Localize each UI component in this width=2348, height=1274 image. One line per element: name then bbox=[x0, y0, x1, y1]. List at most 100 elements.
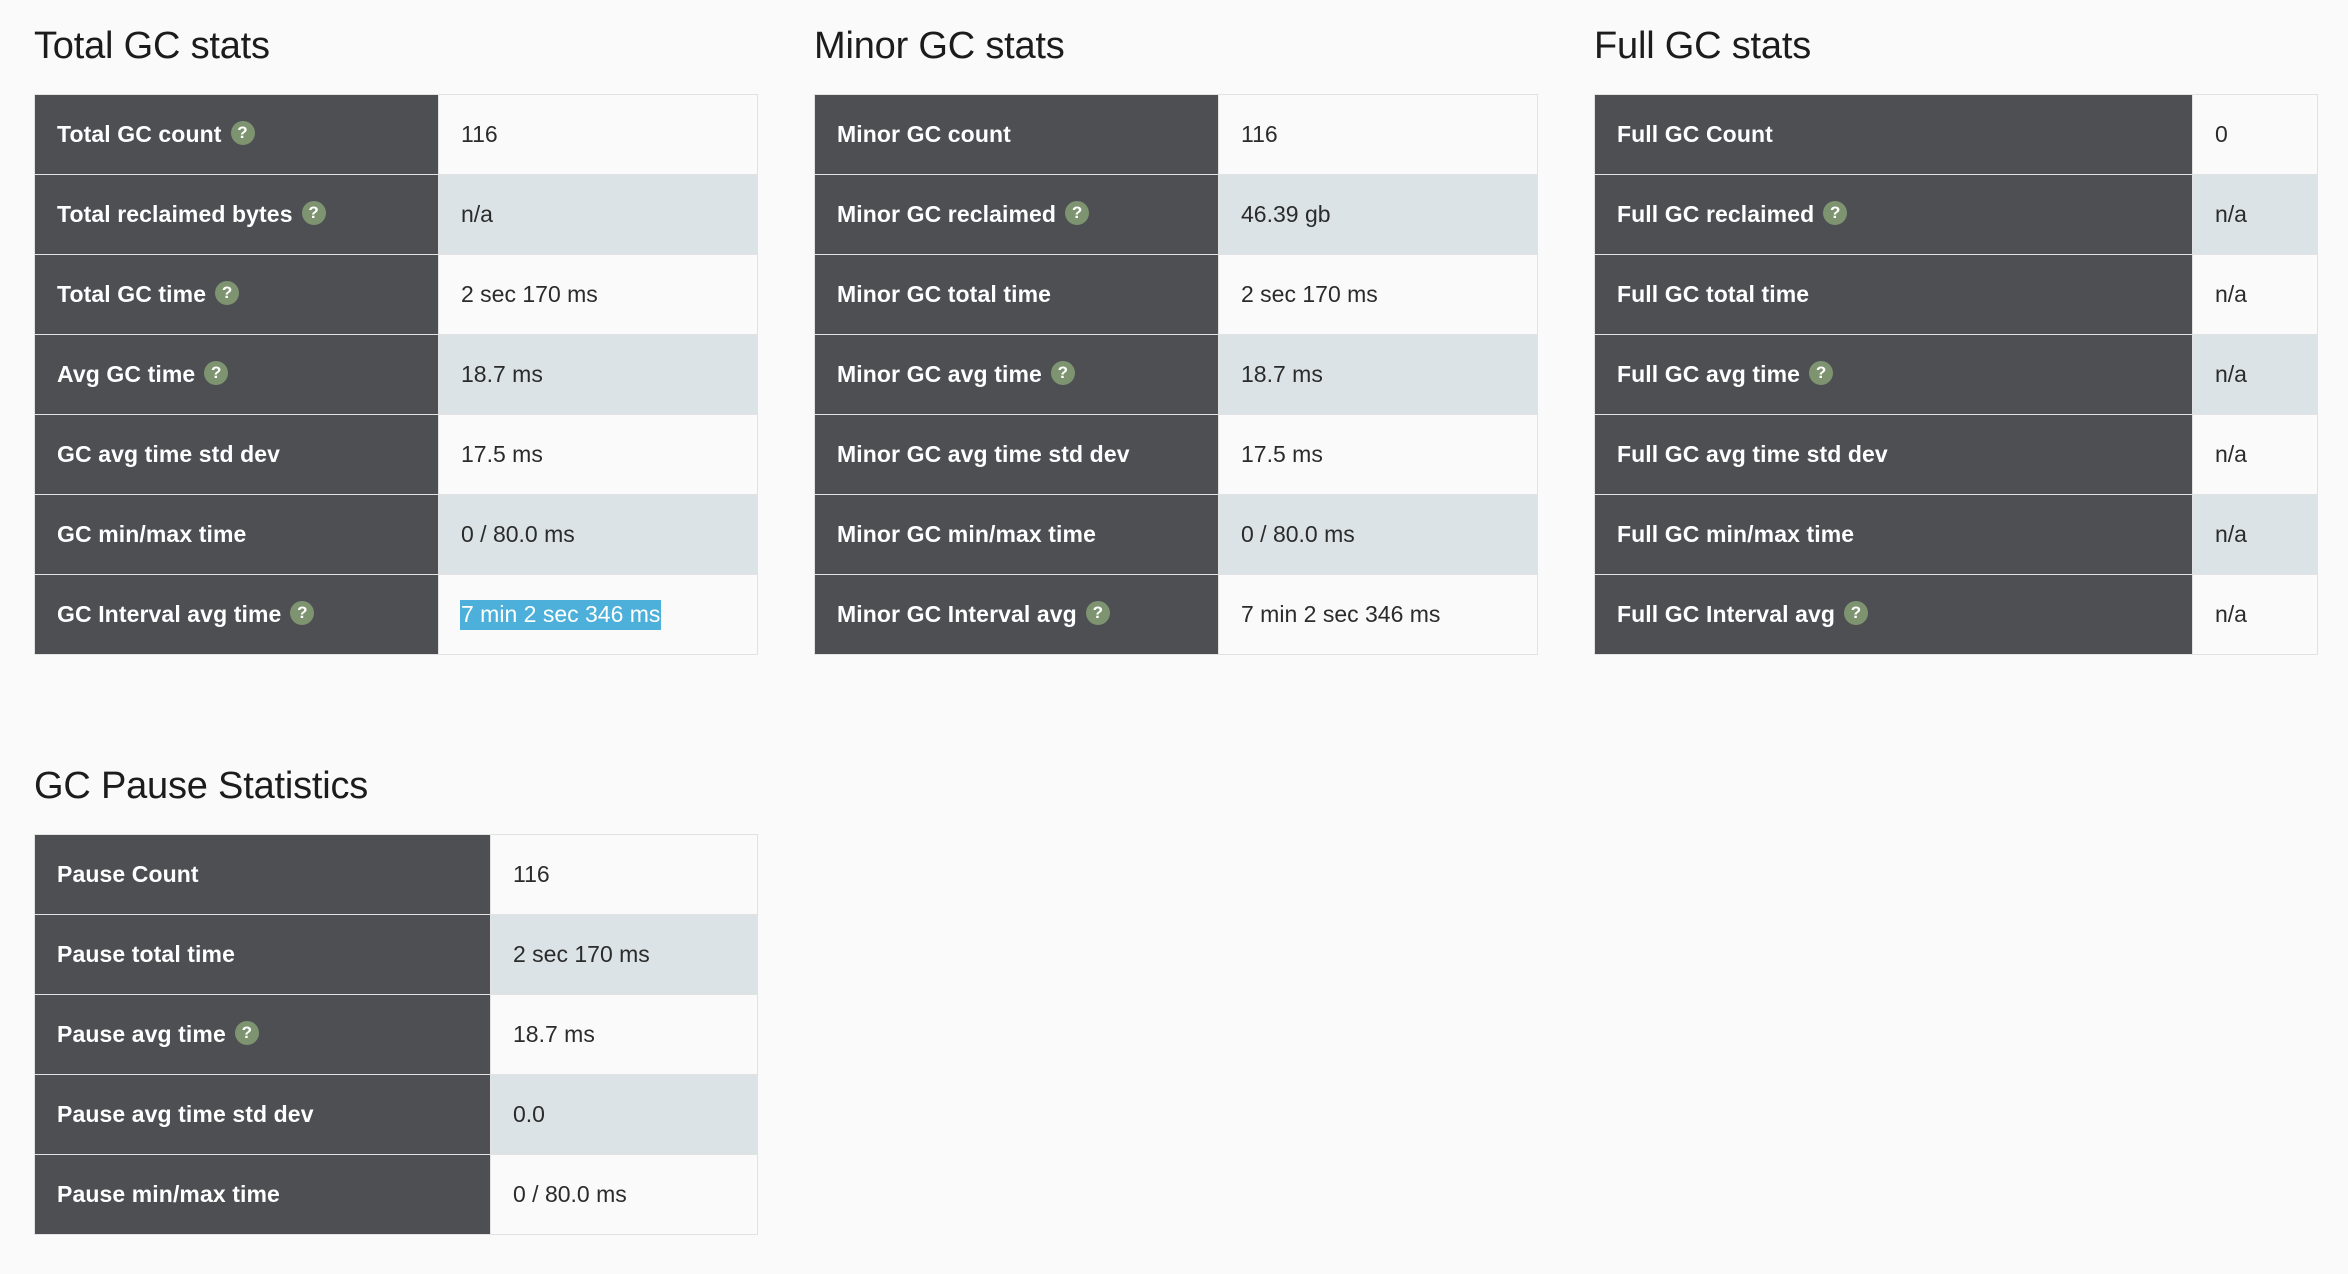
stat-label: Pause avg time bbox=[57, 1020, 226, 1047]
table-row: Full GC reclaimed n/a bbox=[1595, 174, 2317, 255]
page-title-full-gc-stats: Full GC stats bbox=[1594, 25, 1811, 67]
help-icon[interactable] bbox=[215, 280, 240, 305]
stat-label-cell: Minor GC total time bbox=[815, 254, 1219, 335]
stat-value: 17.5 ms bbox=[1241, 440, 1323, 467]
stat-value: 0 / 80.0 ms bbox=[513, 1180, 627, 1207]
table-row: Pause min/max time 0 / 80.0 ms bbox=[35, 1154, 757, 1235]
stat-label-cell: Full GC total time bbox=[1595, 254, 2193, 335]
stat-label: Minor GC reclaimed bbox=[837, 200, 1057, 227]
stat-label: Pause avg time std dev bbox=[57, 1100, 314, 1127]
stat-value: 116 bbox=[461, 120, 498, 147]
stat-value-cell: n/a bbox=[2193, 574, 2317, 655]
stat-value: 0 bbox=[2215, 120, 2228, 147]
table-row: Pause avg time 18.7 ms bbox=[35, 994, 757, 1075]
table-row: Full GC avg time std dev n/a bbox=[1595, 414, 2317, 495]
table-row: GC min/max time 0 / 80.0 ms bbox=[35, 494, 757, 575]
stat-value: 2 sec 170 ms bbox=[461, 280, 598, 307]
stat-value: 0 / 80.0 ms bbox=[461, 520, 575, 547]
stat-value-cell: 0 / 80.0 ms bbox=[439, 494, 757, 575]
stat-value-cell: n/a bbox=[439, 174, 757, 255]
help-icon[interactable] bbox=[234, 1020, 259, 1045]
stat-value-cell: 46.39 gb bbox=[1219, 174, 1537, 255]
stat-value-cell: 18.7 ms bbox=[439, 334, 757, 415]
stat-value: n/a bbox=[2215, 280, 2247, 307]
page-title-minor-gc-stats: Minor GC stats bbox=[814, 25, 1065, 67]
stat-label: Total GC time bbox=[57, 280, 207, 307]
panel-full-gc-stats: Full GC stats Full GC Count 0 Full GC recl… bbox=[1594, 25, 2318, 655]
table-row: Minor GC count 116 bbox=[815, 94, 1537, 175]
stat-value: 18.7 ms bbox=[1241, 360, 1323, 387]
help-icon[interactable] bbox=[204, 360, 229, 385]
help-icon[interactable] bbox=[230, 120, 255, 145]
table-row: Total GC count 116 bbox=[35, 94, 757, 175]
stat-label-cell: Full GC Interval avg bbox=[1595, 574, 2193, 655]
stat-value-cell: 17.5 ms bbox=[439, 414, 757, 495]
stat-label-cell: GC avg time std dev bbox=[35, 414, 439, 495]
stat-label: Minor GC avg time std dev bbox=[837, 440, 1130, 467]
stat-value: 18.7 ms bbox=[461, 360, 543, 387]
stat-label: Full GC avg time std dev bbox=[1617, 440, 1888, 467]
help-icon[interactable] bbox=[1065, 200, 1090, 225]
stat-value: 2 sec 170 ms bbox=[1241, 280, 1378, 307]
stat-label-cell: Pause Count bbox=[35, 834, 491, 915]
table-row: Pause avg time std dev 0.0 bbox=[35, 1074, 757, 1155]
stat-label: Total GC count bbox=[57, 120, 222, 147]
page-title-total-gc-stats: Total GC stats bbox=[34, 25, 270, 67]
stat-value-cell: 0 bbox=[2193, 94, 2317, 175]
stat-value-cell: 2 sec 170 ms bbox=[491, 914, 757, 995]
stat-label: Full GC Interval avg bbox=[1617, 600, 1835, 627]
stat-label-cell: Pause avg time std dev bbox=[35, 1074, 491, 1155]
stat-value: 0 / 80.0 ms bbox=[1241, 520, 1355, 547]
stat-value: 116 bbox=[1241, 120, 1278, 147]
stat-value: 17.5 ms bbox=[461, 440, 543, 467]
stat-label-cell: GC Interval avg time bbox=[35, 574, 439, 655]
stat-label-cell: Total GC count bbox=[35, 94, 439, 175]
stat-label-cell: Full GC min/max time bbox=[1595, 494, 2193, 575]
stat-value-cell: 17.5 ms bbox=[1219, 414, 1537, 495]
table-row: Full GC Interval avg n/a bbox=[1595, 574, 2317, 655]
stat-value: n/a bbox=[2215, 520, 2247, 547]
stat-label-cell: Pause avg time bbox=[35, 994, 491, 1075]
table-minor-gc-stats: Minor GC count 116 Minor GC reclaimed 46.39… bbox=[814, 93, 1538, 655]
table-row: Minor GC reclaimed 46.39 gb bbox=[815, 174, 1537, 255]
stat-label: Avg GC time bbox=[57, 360, 196, 387]
table-row: Total GC time 2 sec 170 ms bbox=[35, 254, 757, 335]
help-icon[interactable] bbox=[301, 200, 326, 225]
stat-label-cell: Full GC avg time bbox=[1595, 334, 2193, 415]
stat-label-cell: Minor GC reclaimed bbox=[815, 174, 1219, 255]
help-icon[interactable] bbox=[1844, 600, 1868, 625]
table-row: Full GC total time n/a bbox=[1595, 254, 2317, 335]
stat-label-cell: Pause min/max time bbox=[35, 1154, 491, 1235]
stat-value: 18.7 ms bbox=[513, 1020, 595, 1047]
stat-label: Pause min/max time bbox=[57, 1180, 280, 1207]
stat-label: Full GC total time bbox=[1617, 280, 1810, 307]
table-row: Minor GC avg time std dev 17.5 ms bbox=[815, 414, 1537, 495]
stat-value: 116 bbox=[513, 860, 550, 887]
table-row: Full GC avg time n/a bbox=[1595, 334, 2317, 415]
stat-label-cell: Minor GC Interval avg bbox=[815, 574, 1219, 655]
stat-label-cell: Minor GC count bbox=[815, 94, 1219, 175]
help-icon[interactable] bbox=[1809, 360, 1834, 385]
help-icon[interactable] bbox=[1085, 600, 1110, 625]
stat-label: Total reclaimed bytes bbox=[57, 200, 293, 227]
help-icon[interactable] bbox=[290, 600, 315, 625]
table-row: Minor GC avg time 18.7 ms bbox=[815, 334, 1537, 415]
stat-value: n/a bbox=[2215, 200, 2247, 227]
stat-label-cell: Total reclaimed bytes bbox=[35, 174, 439, 255]
help-icon[interactable] bbox=[1823, 200, 1848, 225]
table-row: GC avg time std dev 17.5 ms bbox=[35, 414, 757, 495]
stat-label: Pause total time bbox=[57, 940, 235, 967]
stat-value-cell: n/a bbox=[2193, 334, 2317, 415]
stat-value-cell: 0.0 bbox=[491, 1074, 757, 1155]
table-row: GC Interval avg time 7 min 2 sec 346 ms bbox=[35, 574, 757, 655]
stat-label-cell: Minor GC avg time bbox=[815, 334, 1219, 415]
stat-value: 46.39 gb bbox=[1241, 200, 1331, 227]
stat-label: Full GC reclaimed bbox=[1617, 200, 1815, 227]
stat-value: 0.0 bbox=[513, 1100, 545, 1127]
help-icon[interactable] bbox=[1050, 360, 1075, 385]
table-row: Full GC min/max time n/a bbox=[1595, 494, 2317, 575]
stat-value-cell: n/a bbox=[2193, 414, 2317, 495]
stat-label-cell: Full GC avg time std dev bbox=[1595, 414, 2193, 495]
stat-value-cell: 2 sec 170 ms bbox=[439, 254, 757, 335]
stat-label-cell: Pause total time bbox=[35, 914, 491, 995]
